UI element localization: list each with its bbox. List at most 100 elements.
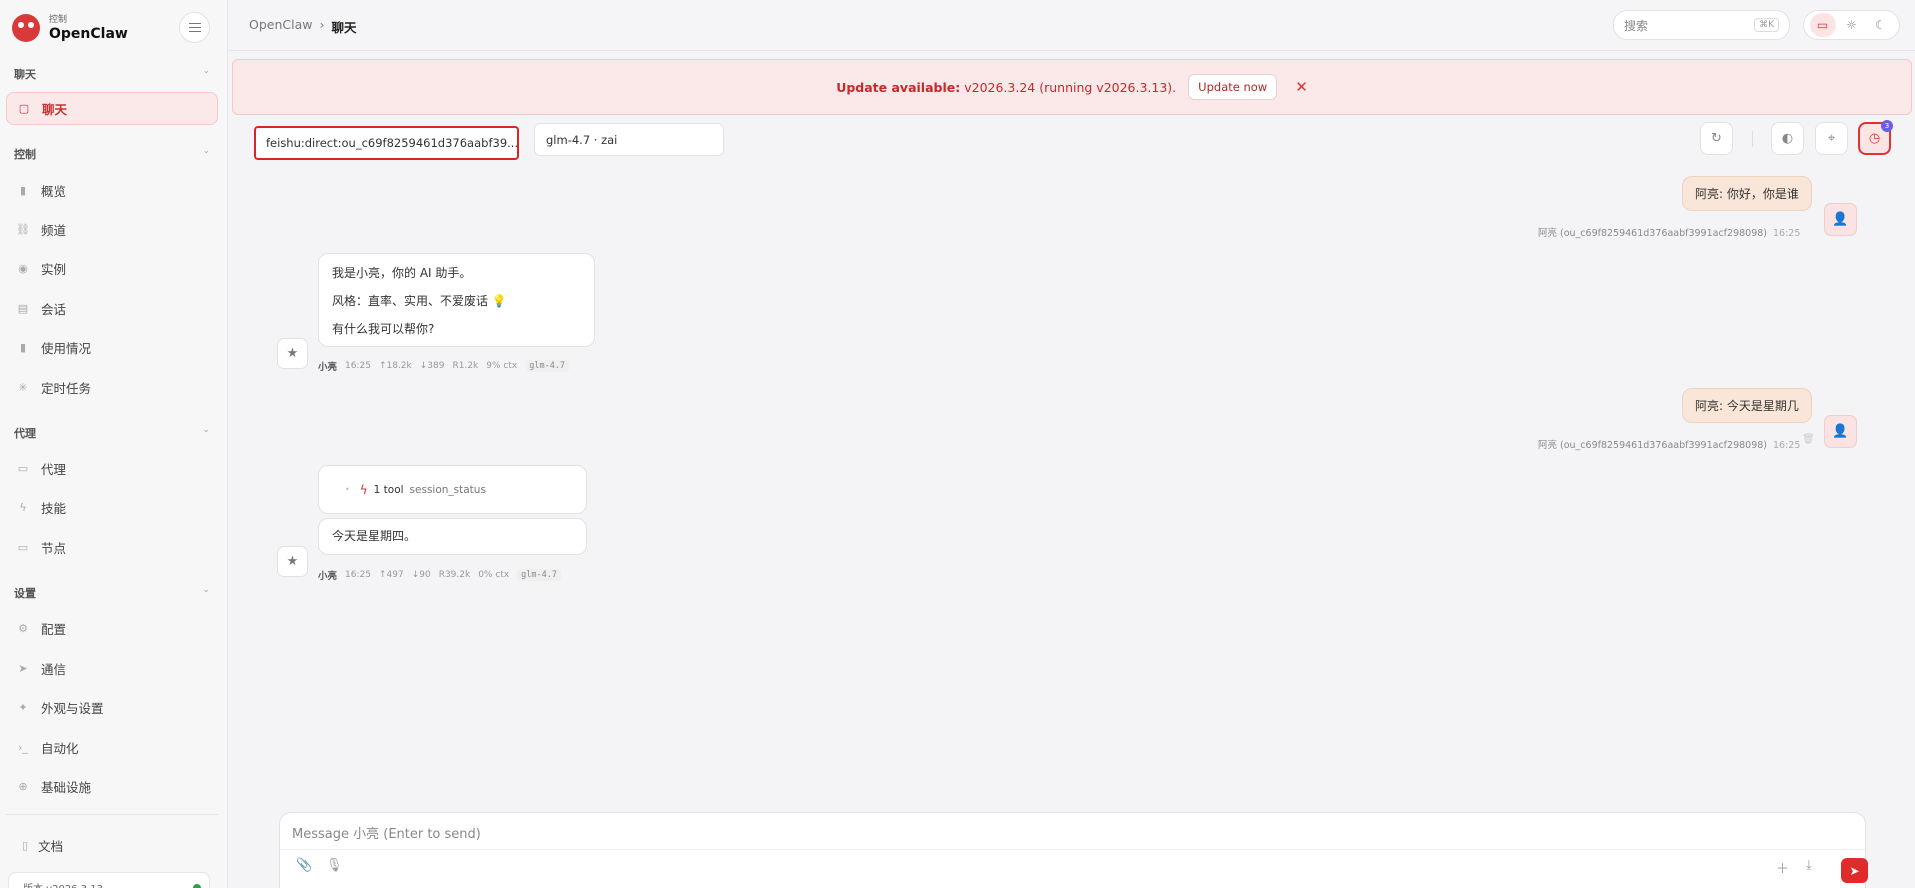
tool-name: session_status: [409, 483, 486, 496]
update-message: Update available: v2026.3.24 (running v2…: [836, 80, 1176, 95]
assistant-name: 小亮: [318, 571, 338, 582]
sidebar-item-label: 自动化: [41, 741, 79, 756]
message-composer: 📎 🎙 ＋ ⤓ ➤: [279, 812, 1868, 888]
assistant-message-bubble: 今天是星期四。: [318, 518, 587, 555]
monitor-icon: ▭: [17, 541, 29, 554]
assistant-avatar-icon: ★: [277, 546, 308, 577]
user-avatar-icon: 👤: [1824, 415, 1857, 448]
refresh-icon[interactable]: ↻: [1700, 122, 1733, 155]
sidebar-item-label: 通信: [41, 662, 67, 677]
sidebar-item-channels[interactable]: ⛓ 频道: [6, 213, 218, 246]
loader-icon: ✳: [18, 381, 28, 394]
update-now-button[interactable]: Update now: [1188, 74, 1278, 100]
chevron-down-icon: ⌄: [202, 425, 210, 435]
gear-icon: ⚙: [18, 622, 28, 635]
sidebar-item-label: 节点: [41, 541, 67, 556]
zap-icon: ϟ: [359, 482, 368, 497]
trash-icon[interactable]: 🗑: [1802, 434, 1815, 445]
update-banner: Update available: v2026.3.24 (running v2…: [232, 59, 1912, 115]
sidebar-item-nodes[interactable]: ▭ 节点: [6, 531, 218, 564]
message-line: 风格：直率、实用、不爱废话 💡: [332, 294, 507, 308]
message-line: 我是小亮，你的 AI 助手。: [332, 266, 472, 280]
sun-icon[interactable]: ☼: [1839, 13, 1865, 37]
version-indicator: 版本 v2026.3.13: [8, 872, 210, 888]
message-time: 16:25: [345, 570, 371, 580]
sidebar-item-docs[interactable]: ▯ 文档: [22, 836, 63, 855]
brain-icon[interactable]: ◐: [1771, 122, 1804, 155]
close-icon[interactable]: ✕: [1295, 78, 1308, 96]
tokens-out: ↓90: [411, 570, 431, 580]
download-icon[interactable]: ⤓: [1806, 858, 1812, 873]
docs-label: 文档: [38, 839, 64, 854]
sidebar-item-overview[interactable]: ▮ 概览: [6, 174, 218, 207]
sidebar-item-skills[interactable]: ϟ 技能: [6, 491, 218, 524]
session-selector[interactable]: feishu:direct:ou_c69f8259461d376aabf39..…: [254, 126, 519, 160]
sidebar: 控制 OpenClaw 聊天 ⌄ ▢ 聊天 控制 ⌄ ▮ 概览 ⛓ 频道 ◉ 实例 ▤ 会话 …: [0, 0, 228, 888]
bar-chart-icon: ▮: [19, 184, 27, 197]
book-icon: ▯: [22, 839, 29, 852]
sidebar-item-instances[interactable]: ◉ 实例: [6, 252, 218, 285]
breadcrumb-separator: ›: [319, 17, 325, 32]
history-icon[interactable]: ◷ 3: [1858, 120, 1893, 155]
globe-icon: ⊕: [18, 780, 28, 793]
menu-icon: [188, 23, 201, 32]
search-shortcut: ⌘K: [1754, 18, 1779, 32]
plus-icon[interactable]: ＋: [1776, 858, 1789, 877]
sidebar-item-automation[interactable]: ›_ 自动化: [6, 731, 218, 764]
brand[interactable]: 控制 OpenClaw: [12, 12, 128, 44]
model-selector[interactable]: glm-4.7 · zai: [534, 123, 724, 156]
section-control[interactable]: 控制 ⌄: [14, 146, 210, 162]
composer-divider: [280, 849, 1865, 850]
search-input[interactable]: 搜索 ⌘K: [1613, 10, 1790, 40]
moon-icon[interactable]: ☾: [1868, 13, 1894, 37]
link-icon: ⛓: [16, 223, 30, 236]
assistant-message-meta: 小亮 16:25 ↑18.2k ↓389 R1.2k 9% ctx glm-4.…: [318, 359, 570, 373]
sidebar-item-cron[interactable]: ✳ 定时任务: [6, 371, 218, 404]
sidebar-divider: [6, 814, 218, 815]
section-chat[interactable]: 聊天 ⌄: [14, 66, 210, 82]
breadcrumb-root[interactable]: OpenClaw: [249, 17, 312, 36]
send-icon: ➤: [1849, 863, 1860, 878]
sender-label: 阿亮 (ou_c69f8259461d376aabf3991acf298098): [1538, 440, 1767, 451]
version-label: 版本 v2026.3.13: [23, 880, 103, 888]
sidebar-item-agents[interactable]: ▭ 代理: [6, 452, 218, 485]
section-label: 控制: [14, 148, 36, 161]
sidebar-item-config[interactable]: ⚙ 配置: [6, 612, 218, 645]
user-message-bubble: 阿亮: 你好，你是谁: [1682, 176, 1812, 211]
tokens-in: ↑18.2k: [378, 361, 412, 371]
sidebar-item-label: 会话: [41, 302, 67, 317]
microphone-icon[interactable]: 🎙: [326, 858, 343, 873]
section-agents[interactable]: 代理 ⌄: [14, 425, 210, 441]
status-dot-icon: [193, 884, 201, 888]
brand-subtitle: 控制: [49, 14, 68, 25]
document-icon: ▤: [17, 302, 29, 315]
send-button[interactable]: ➤: [1841, 858, 1868, 883]
tokens-read: R1.2k: [452, 361, 479, 371]
chevron-down-icon: ⌄: [202, 146, 210, 156]
sidebar-item-appearance[interactable]: ✦ 外观与设置: [6, 691, 218, 724]
sidebar-toggle-button[interactable]: [179, 12, 210, 43]
toolbar-divider: [1752, 131, 1753, 147]
tool-call-card[interactable]: • ϟ 1 tool session_status: [318, 465, 587, 514]
user-message-meta: 阿亮 (ou_c69f8259461d376aabf3991acf298098)…: [1538, 225, 1800, 239]
topbar: OpenClaw › 聊天 搜索 ⌘K ▭ ☼ ☾: [229, 0, 1915, 51]
breadcrumb: OpenClaw › 聊天: [249, 17, 357, 36]
send-icon: ➤: [18, 662, 28, 675]
bar-chart-icon: ▮: [19, 341, 27, 354]
sidebar-item-label: 定时任务: [41, 381, 92, 396]
sidebar-item-communication[interactable]: ➤ 通信: [6, 652, 218, 685]
monitor-theme-icon[interactable]: ▭: [1809, 13, 1836, 37]
sidebar-item-label: 频道: [41, 223, 67, 238]
assistant-name: 小亮: [318, 362, 338, 373]
zap-icon: ϟ: [19, 501, 27, 514]
sidebar-item-sessions[interactable]: ▤ 会话: [6, 292, 218, 325]
sidebar-item-infrastructure[interactable]: ⊕ 基础设施: [6, 770, 218, 803]
message-input[interactable]: [292, 823, 1692, 845]
sidebar-item-usage[interactable]: ▮ 使用情况: [6, 331, 218, 364]
focus-icon[interactable]: ⌖: [1815, 122, 1848, 155]
section-settings[interactable]: 设置 ⌄: [14, 585, 210, 601]
sidebar-item-chat[interactable]: ▢ 聊天: [6, 92, 218, 125]
context-usage: 9% ctx: [486, 361, 518, 371]
paperclip-icon[interactable]: 📎: [296, 858, 312, 873]
tool-count: 1 tool: [373, 483, 404, 496]
